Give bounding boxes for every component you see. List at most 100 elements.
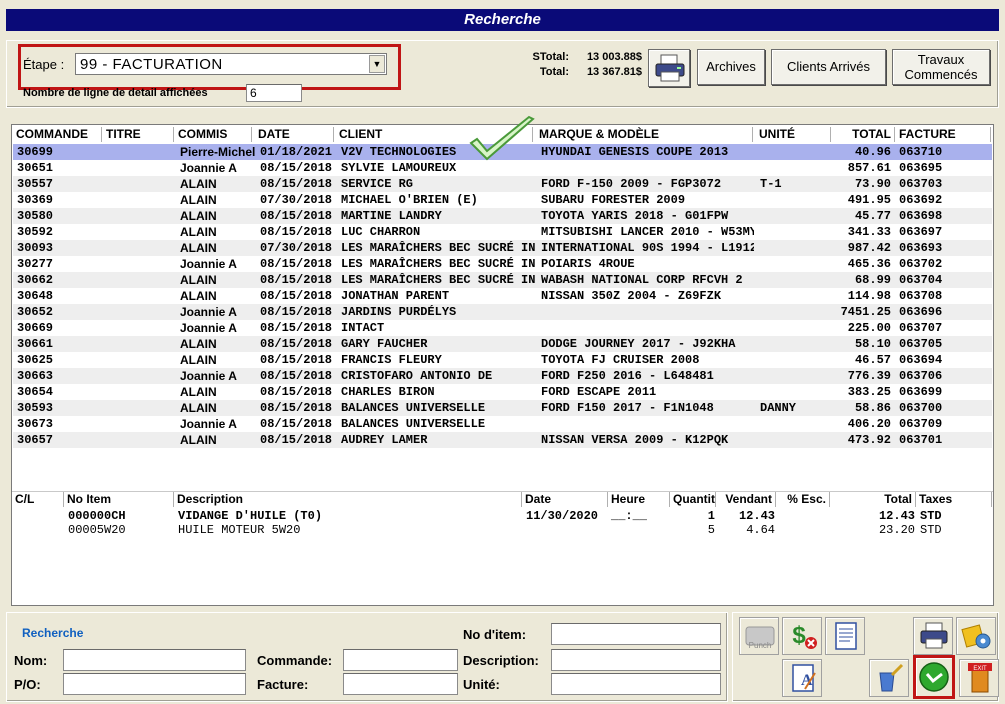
settings-button[interactable] — [956, 617, 996, 655]
table-row[interactable]: 30625 ALAIN 08/15/2018 FRANCIS FLEURY TOYOTA… — [13, 352, 992, 368]
table-row[interactable]: 30663 Joannie A 08/15/2018 CRISTOFARO ANTON… — [13, 368, 992, 384]
table-row[interactable]: 30652 Joannie A 08/15/2018 JARDINS PURDÉLYS… — [13, 304, 992, 320]
etape-select[interactable]: 99 - FACTURATION ▼ — [75, 53, 387, 75]
etape-value: 99 - FACTURATION — [80, 56, 223, 73]
detail-header-cell[interactable]: % Esc. — [776, 492, 830, 507]
table-cell: 08/15/2018 — [260, 225, 333, 239]
table-row[interactable]: 30669 Joannie A 08/15/2018 INTACT 225.00 0637… — [13, 320, 992, 336]
table-cell: 063706 — [899, 369, 943, 383]
confirm-button[interactable] — [913, 655, 955, 699]
detail-header-cell[interactable]: No Item — [64, 492, 174, 507]
nom-input[interactable] — [63, 649, 246, 671]
nb-lignes-input[interactable]: 6 — [246, 84, 302, 102]
table-row[interactable]: 30673 Joannie A 08/15/2018 BALANCES UNIVERS… — [13, 416, 992, 432]
table-cell: 30661 — [17, 337, 54, 351]
exit-door-icon: EXIT — [968, 663, 992, 693]
clear-button[interactable] — [869, 659, 909, 697]
table-cell: POIARIS 4ROUE — [541, 257, 635, 271]
table-row[interactable]: 30657 ALAIN 08/15/2018 AUDREY LAMER NISSAN V… — [13, 432, 992, 448]
detail-header-cell[interactable]: Total — [830, 492, 916, 507]
grid-header-cell[interactable]: DATE — [254, 127, 334, 142]
grid-header-cell[interactable]: COMMIS — [174, 127, 252, 142]
table-row[interactable]: 30662 ALAIN 08/15/2018 LES MARAÎCHERS BEC S… — [13, 272, 992, 288]
detail-cell: 23.20 — [878, 523, 915, 537]
chevron-down-icon[interactable]: ▼ — [369, 55, 385, 73]
table-row[interactable]: 30277 Joannie A 08/15/2018 LES MARAÎCHERS B… — [13, 256, 992, 272]
table-row[interactable]: 30093 ALAIN 07/30/2018 LES MARAÎCHERS BEC S… — [13, 240, 992, 256]
clients-arrives-button[interactable]: Clients Arrivés — [771, 49, 886, 85]
detail-header-cell[interactable]: C/L — [12, 492, 64, 507]
detail-cell: 12.43 — [738, 509, 775, 523]
table-cell: 473.92 — [847, 433, 891, 447]
table-cell: LES MARAÎCHERS BEC SUCRÉ IN — [341, 257, 535, 271]
table-cell: INTERNATIONAL 90S 1994 - L19125 — [541, 241, 754, 255]
table-cell: 341.33 — [847, 225, 891, 239]
table-cell: 30592 — [17, 225, 54, 239]
commande-input[interactable] — [343, 649, 458, 671]
table-row[interactable]: 30592 ALAIN 08/15/2018 LUC CHARRON MITSUBISH… — [13, 224, 992, 240]
table-cell: 406.20 — [847, 417, 891, 431]
remove-payment-button[interactable]: $ — [782, 617, 822, 655]
table-cell: CHARLES BIRON — [341, 385, 435, 399]
table-cell: 30277 — [17, 257, 54, 271]
travaux-commences-button[interactable]: Travaux Commencés — [892, 49, 990, 85]
commandes-grid[interactable]: COMMANDE TITRE COMMIS DATE CLIENT MARQUE & MO… — [11, 115, 994, 606]
table-cell: FORD F150 2017 - F1N1048 — [541, 401, 714, 415]
table-cell: ALAIN — [180, 177, 217, 191]
table-cell: 225.00 — [847, 321, 891, 335]
table-cell: 063698 — [899, 209, 943, 223]
grid-header-cell[interactable]: MARQUE & MODÈLE — [535, 127, 753, 142]
table-cell: 063708 — [899, 289, 943, 303]
table-cell: 063710 — [899, 145, 943, 159]
detail-cell: 11/30/2020 — [526, 509, 599, 523]
table-cell: INTACT — [341, 321, 385, 335]
svg-text:Punch: Punch — [749, 641, 772, 650]
table-cell: 063699 — [899, 385, 943, 399]
detail-header-cell[interactable]: Quantit — [670, 492, 716, 507]
table-cell: 40.96 — [854, 145, 891, 159]
detail-header-cell[interactable]: Vendant — [716, 492, 776, 507]
description-input[interactable] — [551, 649, 721, 671]
no-item-input[interactable] — [551, 623, 721, 645]
table-cell: 776.39 — [847, 369, 891, 383]
detail-header-cell[interactable]: Date — [522, 492, 608, 507]
detail-header-cell[interactable]: Taxes — [916, 492, 992, 507]
table-row[interactable]: 30661 ALAIN 08/15/2018 GARY FAUCHER DODGE JO… — [13, 336, 992, 352]
detail-header-cell[interactable]: Description — [174, 492, 522, 507]
table-cell: 73.90 — [854, 177, 891, 191]
table-row[interactable]: 30580 ALAIN 08/15/2018 MARTINE LANDRY TOYOTA… — [13, 208, 992, 224]
table-row[interactable]: 30648 ALAIN 08/15/2018 JONATHAN PARENT NISSA… — [13, 288, 992, 304]
print-invoice-button[interactable] — [913, 617, 953, 655]
unite-input[interactable] — [551, 673, 721, 695]
grid-header-cell[interactable]: FACTURE — [895, 127, 991, 142]
grid-header-cell[interactable]: COMMANDE — [12, 127, 102, 142]
table-cell: 30669 — [17, 321, 54, 335]
table-cell: WABASH NATIONAL CORP RFCVH 2 — [541, 273, 743, 287]
grid-header-cell[interactable]: UNITÉ — [755, 127, 831, 142]
print-button[interactable] — [648, 49, 690, 87]
archives-button[interactable]: Archives — [697, 49, 765, 85]
facture-input[interactable] — [343, 673, 458, 695]
table-cell: 08/15/2018 — [260, 273, 333, 287]
table-cell: 30662 — [17, 273, 54, 287]
table-cell: 30580 — [17, 209, 54, 223]
table-cell: 063702 — [899, 257, 943, 271]
detail-row[interactable]: 00005W20 HUILE MOTEUR 5W20 5 4.64 23.20 STD — [13, 523, 992, 537]
table-row[interactable]: 30593 ALAIN 08/15/2018 BALANCES UNIVERSELLE… — [13, 400, 992, 416]
table-cell: SERVICE RG — [341, 177, 414, 191]
table-row[interactable]: 30369 ALAIN 07/30/2018 MICHAEL O'BRIEN (E) S… — [13, 192, 992, 208]
grid-header-cell[interactable]: TOTAL — [833, 127, 895, 142]
document-list-button[interactable] — [825, 617, 865, 655]
etape-label: Étape : — [23, 57, 65, 72]
detail-cell: 4.64 — [746, 523, 775, 537]
grid-header-cell[interactable]: TITRE — [102, 127, 174, 142]
table-row[interactable]: 30557 ALAIN 08/15/2018 SERVICE RG FORD F-150… — [13, 176, 992, 192]
punch-button[interactable]: Punch — [739, 617, 779, 655]
table-row[interactable]: 30654 ALAIN 08/15/2018 CHARLES BIRON FORD ES… — [13, 384, 992, 400]
exit-button[interactable]: EXIT — [959, 659, 999, 697]
table-cell: 08/15/2018 — [260, 417, 333, 431]
edit-text-button[interactable]: A — [782, 659, 822, 697]
detail-row[interactable]: 000000CH VIDANGE D'HUILE (T0) 11/30/2020 __… — [13, 509, 992, 523]
detail-header-cell[interactable]: Heure — [608, 492, 670, 507]
po-input[interactable] — [63, 673, 246, 695]
